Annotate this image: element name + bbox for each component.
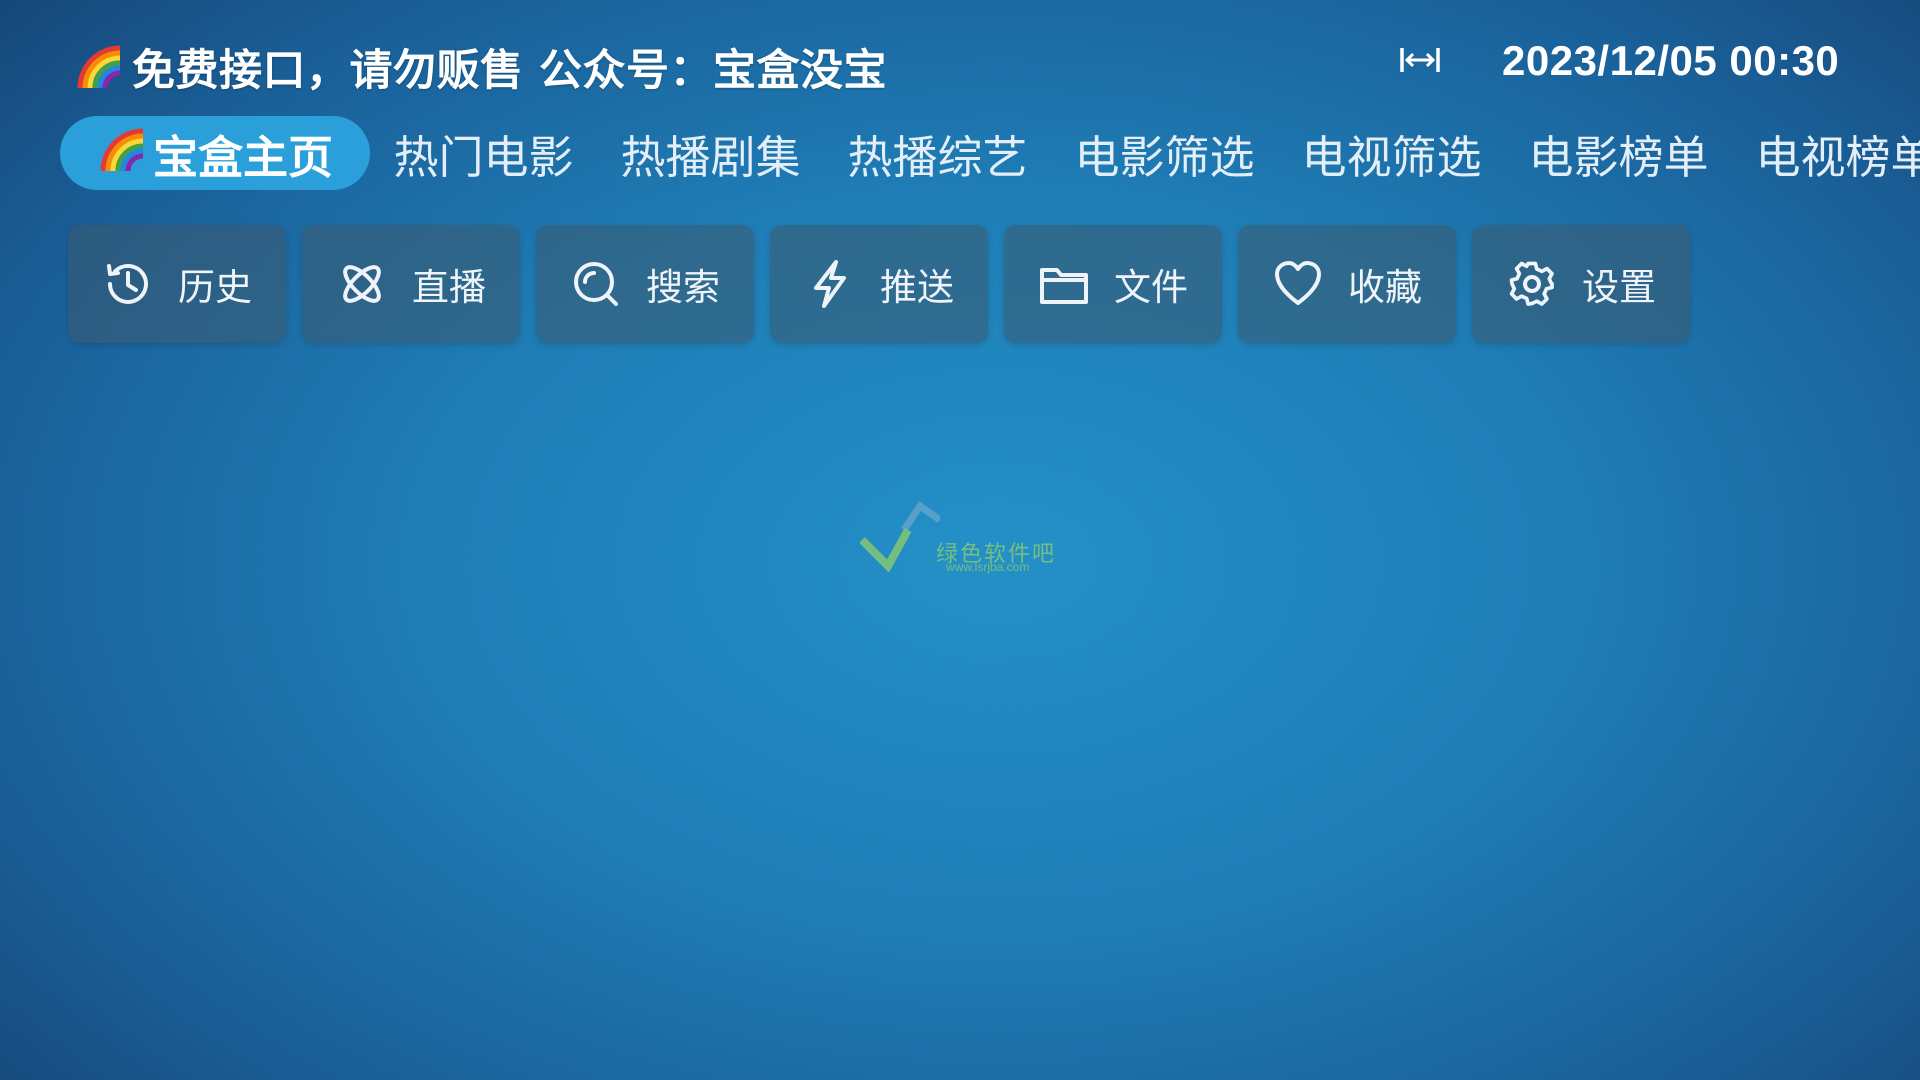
- settings-icon: [1506, 258, 1558, 310]
- search-button[interactable]: 搜索: [536, 225, 754, 343]
- heart-icon: [1272, 258, 1324, 310]
- search-label: 搜索: [646, 266, 720, 309]
- tab-movie-ranking[interactable]: 电影榜单: [1505, 116, 1732, 190]
- history-label: 历史: [178, 266, 252, 309]
- tab-movie-filter[interactable]: 电影筛选: [1051, 116, 1278, 190]
- tab-hot-series[interactable]: 热播剧集: [597, 116, 824, 190]
- live-button[interactable]: 直播: [302, 225, 520, 343]
- rainbow-icon: [74, 38, 128, 96]
- watermark-logo: [859, 501, 943, 573]
- live-label: 直播: [412, 266, 486, 309]
- history-button[interactable]: 历史: [68, 225, 286, 343]
- category-tabs: 宝盒主页 热门电影 热播剧集 热播综艺 电影筛选 电视筛选 电影榜单 电视榜单: [60, 116, 1920, 190]
- tab-home[interactable]: 宝盒主页: [60, 116, 370, 190]
- tab-tv-ranking[interactable]: 电视榜单: [1732, 116, 1920, 190]
- watermark-url: www.lsrjba.com: [946, 560, 1030, 574]
- favorites-button[interactable]: 收藏: [1238, 225, 1456, 343]
- tab-label: 宝盒主页: [152, 130, 333, 184]
- app-title: 免费接口，请勿贩售 公众号：宝盒没宝: [132, 46, 887, 96]
- tab-tv-filter[interactable]: 电视筛选: [1278, 116, 1505, 190]
- settings-button[interactable]: 设置: [1472, 225, 1690, 343]
- aspect-ratio-button[interactable]: [1392, 40, 1448, 84]
- push-label: 推送: [880, 266, 954, 309]
- search-icon: [570, 258, 622, 310]
- quick-actions: 历史 直播 搜索 推送 文件 收藏 设置: [68, 225, 1690, 343]
- push-icon: [804, 258, 856, 310]
- push-button[interactable]: 推送: [770, 225, 988, 343]
- app-title-group: 免费接口，请勿贩售 公众号：宝盒没宝: [74, 36, 887, 98]
- folder-icon: [1038, 258, 1090, 310]
- settings-label: 设置: [1582, 266, 1656, 309]
- tab-hot-variety[interactable]: 热播综艺: [824, 116, 1051, 190]
- tab-hot-movies[interactable]: 热门电影: [370, 116, 597, 190]
- top-bar: 免费接口，请勿贩售 公众号：宝盒没宝 2023/12/05 00:30: [0, 0, 1920, 115]
- history-icon: [102, 258, 154, 310]
- rainbow-icon: [97, 121, 151, 186]
- files-button[interactable]: 文件: [1004, 225, 1222, 343]
- clock: 2023/12/05 00:30: [1502, 37, 1840, 84]
- files-label: 文件: [1114, 266, 1188, 309]
- live-icon: [336, 258, 388, 310]
- aspect-ratio-icon: [1397, 43, 1443, 81]
- favorites-label: 收藏: [1348, 266, 1422, 309]
- watermark: 绿色软件吧 www.lsrjba.com: [859, 500, 1070, 580]
